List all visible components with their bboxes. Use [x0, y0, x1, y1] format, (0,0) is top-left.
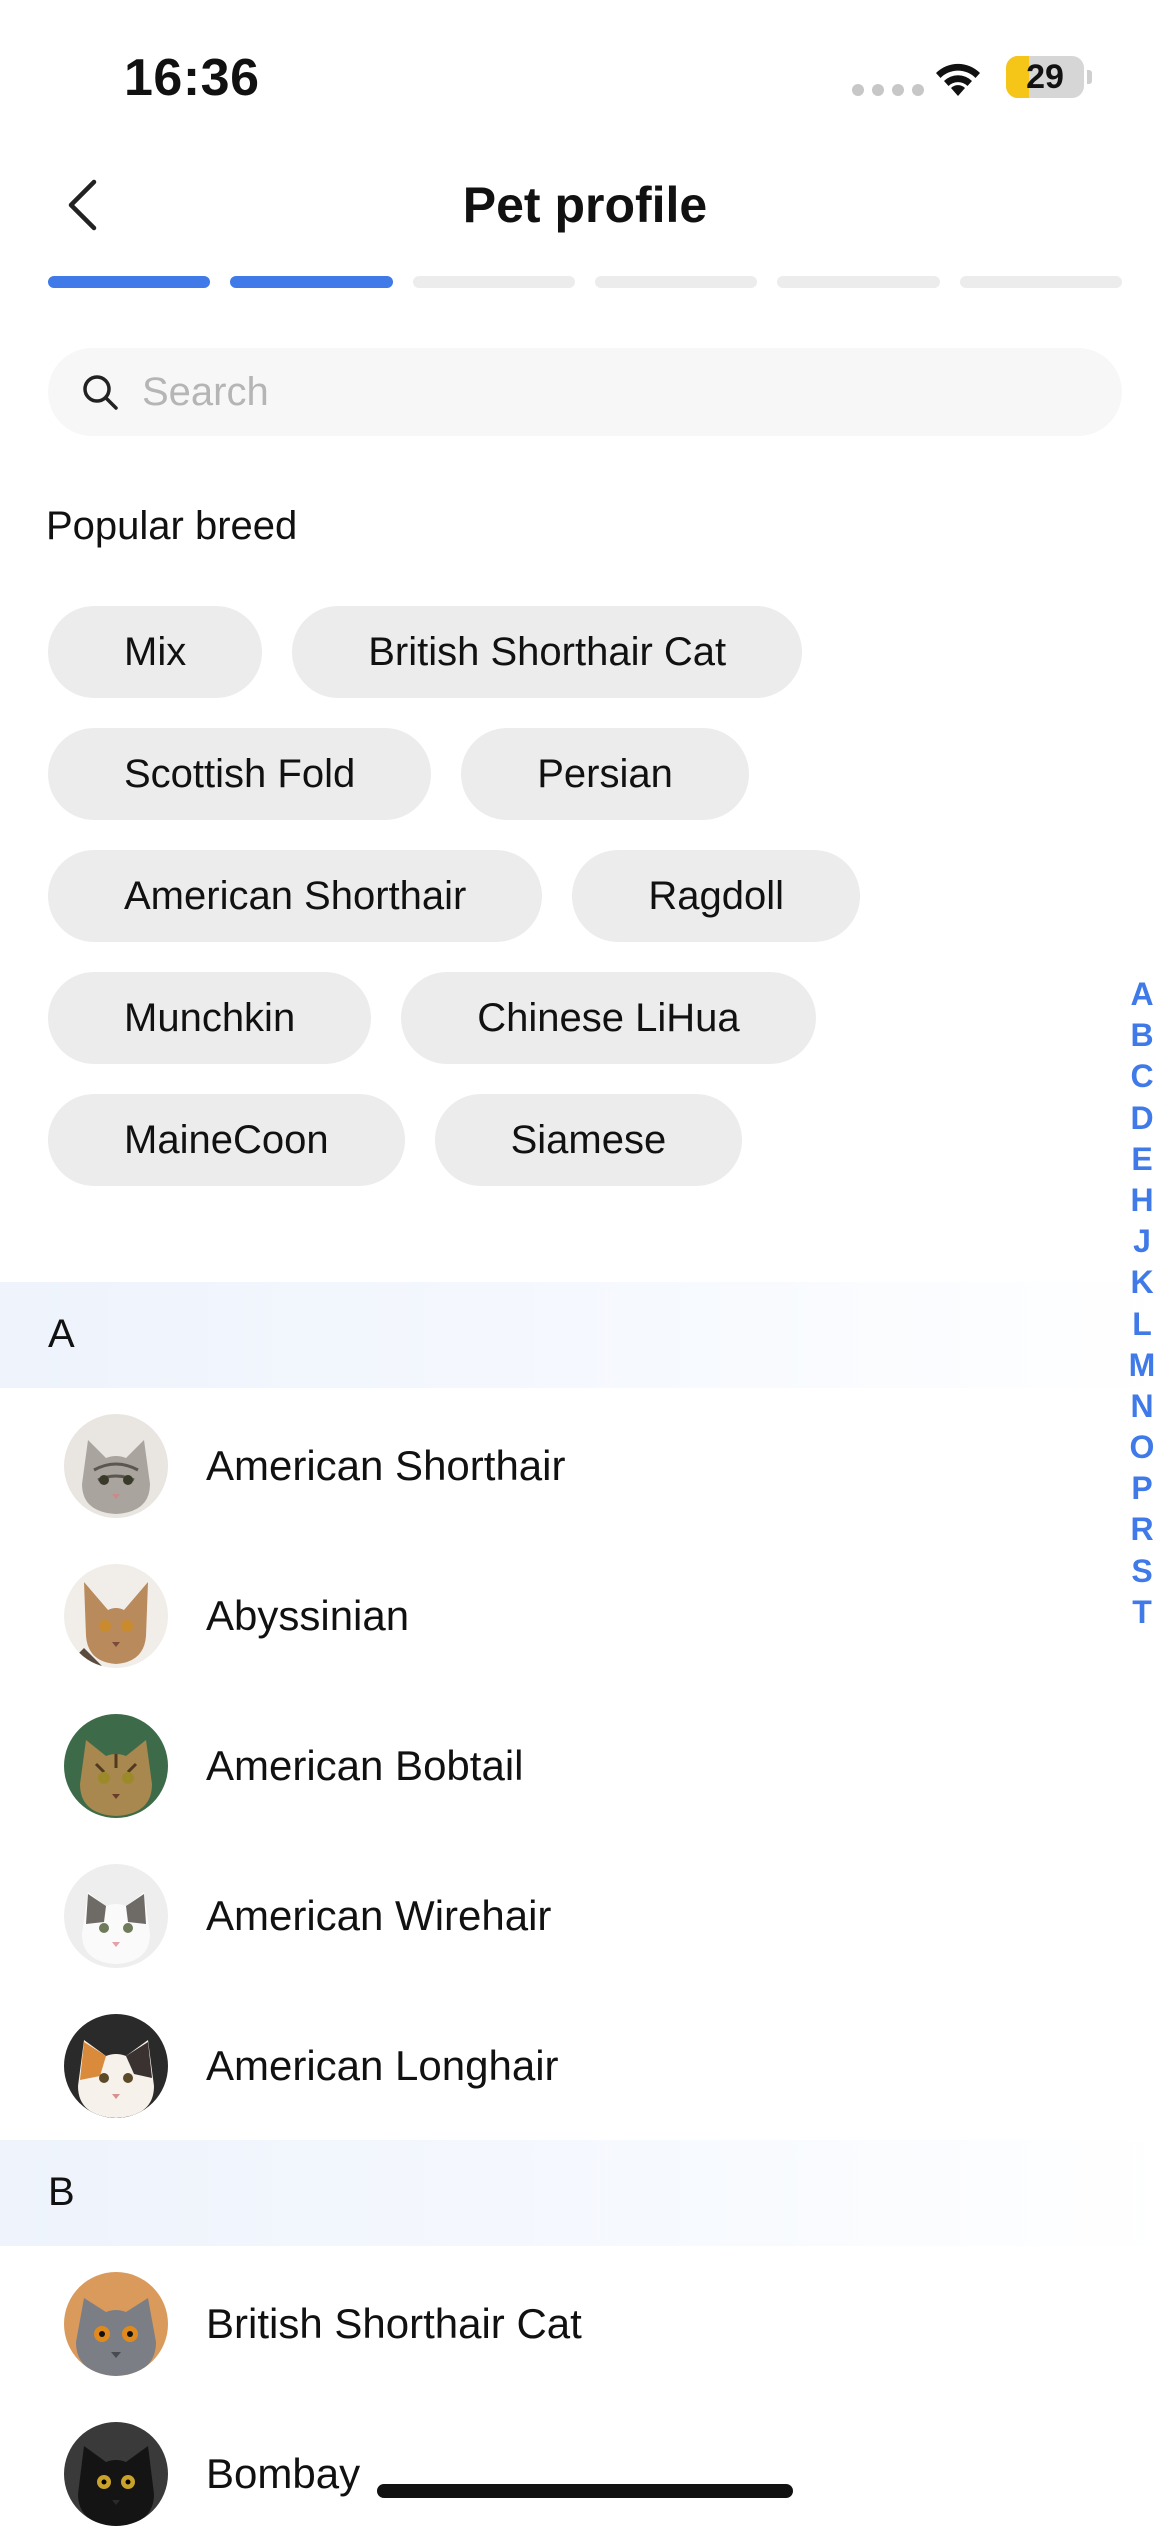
breed-avatar [64, 1564, 168, 1668]
breed-chip-mainecoon[interactable]: MaineCoon [48, 1094, 405, 1186]
index-letter-d[interactable]: D [1130, 1098, 1153, 1139]
breed-name: Abyssinian [206, 1592, 410, 1639]
battery-tip [1087, 70, 1092, 84]
breed-chip-scottish-fold[interactable]: Scottish Fold [48, 728, 432, 820]
section-letter: A [48, 1312, 75, 1356]
status-time: 16:36 [124, 49, 260, 107]
index-letter-n[interactable]: N [1130, 1386, 1153, 1427]
breed-avatar [64, 1414, 168, 1518]
popular-breed-chips: Mix British Shorthair Cat Scottish Fold … [48, 606, 1088, 1186]
breed-row-american-wirehair[interactable]: American Wirehair [0, 1840, 1170, 1990]
breed-row-british-shorthair-cat[interactable]: British Shorthair Cat [0, 2248, 1170, 2398]
progress-step-5 [777, 276, 940, 288]
breed-avatar [64, 1864, 168, 1968]
breed-name: American Bobtail [206, 1742, 524, 1789]
breed-avatar [64, 1714, 168, 1818]
alphabet-index[interactable]: A B C D E H J K L M N O P R S T [1122, 974, 1162, 1633]
breed-row-abyssinian[interactable]: Abyssinian [0, 1540, 1170, 1690]
search-input[interactable] [142, 369, 1042, 415]
battery-icon: 29 [1006, 56, 1084, 98]
index-letter-l[interactable]: L [1132, 1304, 1152, 1345]
popular-breed-title: Popular breed [46, 504, 298, 548]
cellular-signal-icon [852, 84, 924, 96]
index-letter-b[interactable]: B [1130, 1015, 1153, 1056]
progress-step-4 [594, 276, 758, 288]
section-letter: B [48, 2170, 75, 2214]
section-header-a: A [0, 1282, 1170, 1388]
breed-chip-siamese[interactable]: Siamese [434, 1094, 743, 1186]
progress-step-2 [230, 276, 393, 288]
index-letter-e[interactable]: E [1131, 1139, 1152, 1180]
breed-row-american-longhair[interactable]: American Longhair [0, 1990, 1170, 2140]
breed-chip-american-shorthair[interactable]: American Shorthair [48, 850, 543, 942]
index-letter-c[interactable]: C [1130, 1056, 1153, 1097]
home-indicator [377, 2484, 793, 2498]
progress-step-1 [48, 276, 211, 288]
breed-name: Bombay [206, 2450, 361, 2497]
breed-avatar [64, 2014, 168, 2118]
index-letter-m[interactable]: M [1129, 1345, 1156, 1386]
breed-name: British Shorthair Cat [206, 2300, 582, 2347]
progress-step-3 [412, 276, 575, 288]
index-letter-p[interactable]: P [1131, 1468, 1152, 1509]
breed-avatar [64, 2422, 168, 2526]
breed-name: American Shorthair [206, 1442, 566, 1489]
search-bar[interactable] [48, 348, 1122, 436]
status-bar: 16:36 29 [0, 0, 1170, 150]
step-progress [48, 276, 1122, 288]
index-letter-o[interactable]: O [1130, 1427, 1155, 1468]
breed-chip-persian[interactable]: Persian [461, 728, 749, 820]
breed-chip-mix[interactable]: Mix [48, 606, 263, 698]
index-letter-k[interactable]: K [1130, 1262, 1153, 1303]
index-letter-a[interactable]: A [1130, 974, 1153, 1015]
progress-step-6 [959, 276, 1122, 288]
index-letter-s[interactable]: S [1131, 1551, 1152, 1592]
breed-name: American Wirehair [206, 1892, 552, 1939]
index-letter-j[interactable]: J [1133, 1221, 1151, 1262]
breed-chip-munchkin[interactable]: Munchkin [48, 972, 372, 1064]
search-icon [83, 375, 118, 410]
breed-row-american-shorthair[interactable]: American Shorthair [0, 1390, 1170, 1540]
index-letter-h[interactable]: H [1130, 1180, 1153, 1221]
breed-row-american-bobtail[interactable]: American Bobtail [0, 1690, 1170, 1840]
index-letter-r[interactable]: R [1130, 1509, 1153, 1550]
battery-level: 29 [1026, 58, 1064, 96]
wifi-icon [936, 63, 980, 96]
breed-name: American Longhair [206, 2042, 559, 2089]
breed-chip-british-shorthair[interactable]: British Shorthair Cat [292, 606, 803, 698]
page-title: Pet profile [462, 177, 708, 233]
breed-avatar [64, 2272, 168, 2376]
index-letter-t[interactable]: T [1132, 1592, 1152, 1633]
breed-row-bombay[interactable]: Bombay [0, 2398, 1170, 2532]
breed-chip-ragdoll[interactable]: Ragdoll [572, 850, 861, 942]
section-header-b: B [0, 2140, 1170, 2246]
breed-chip-chinese-lihua[interactable]: Chinese LiHua [401, 972, 816, 1064]
